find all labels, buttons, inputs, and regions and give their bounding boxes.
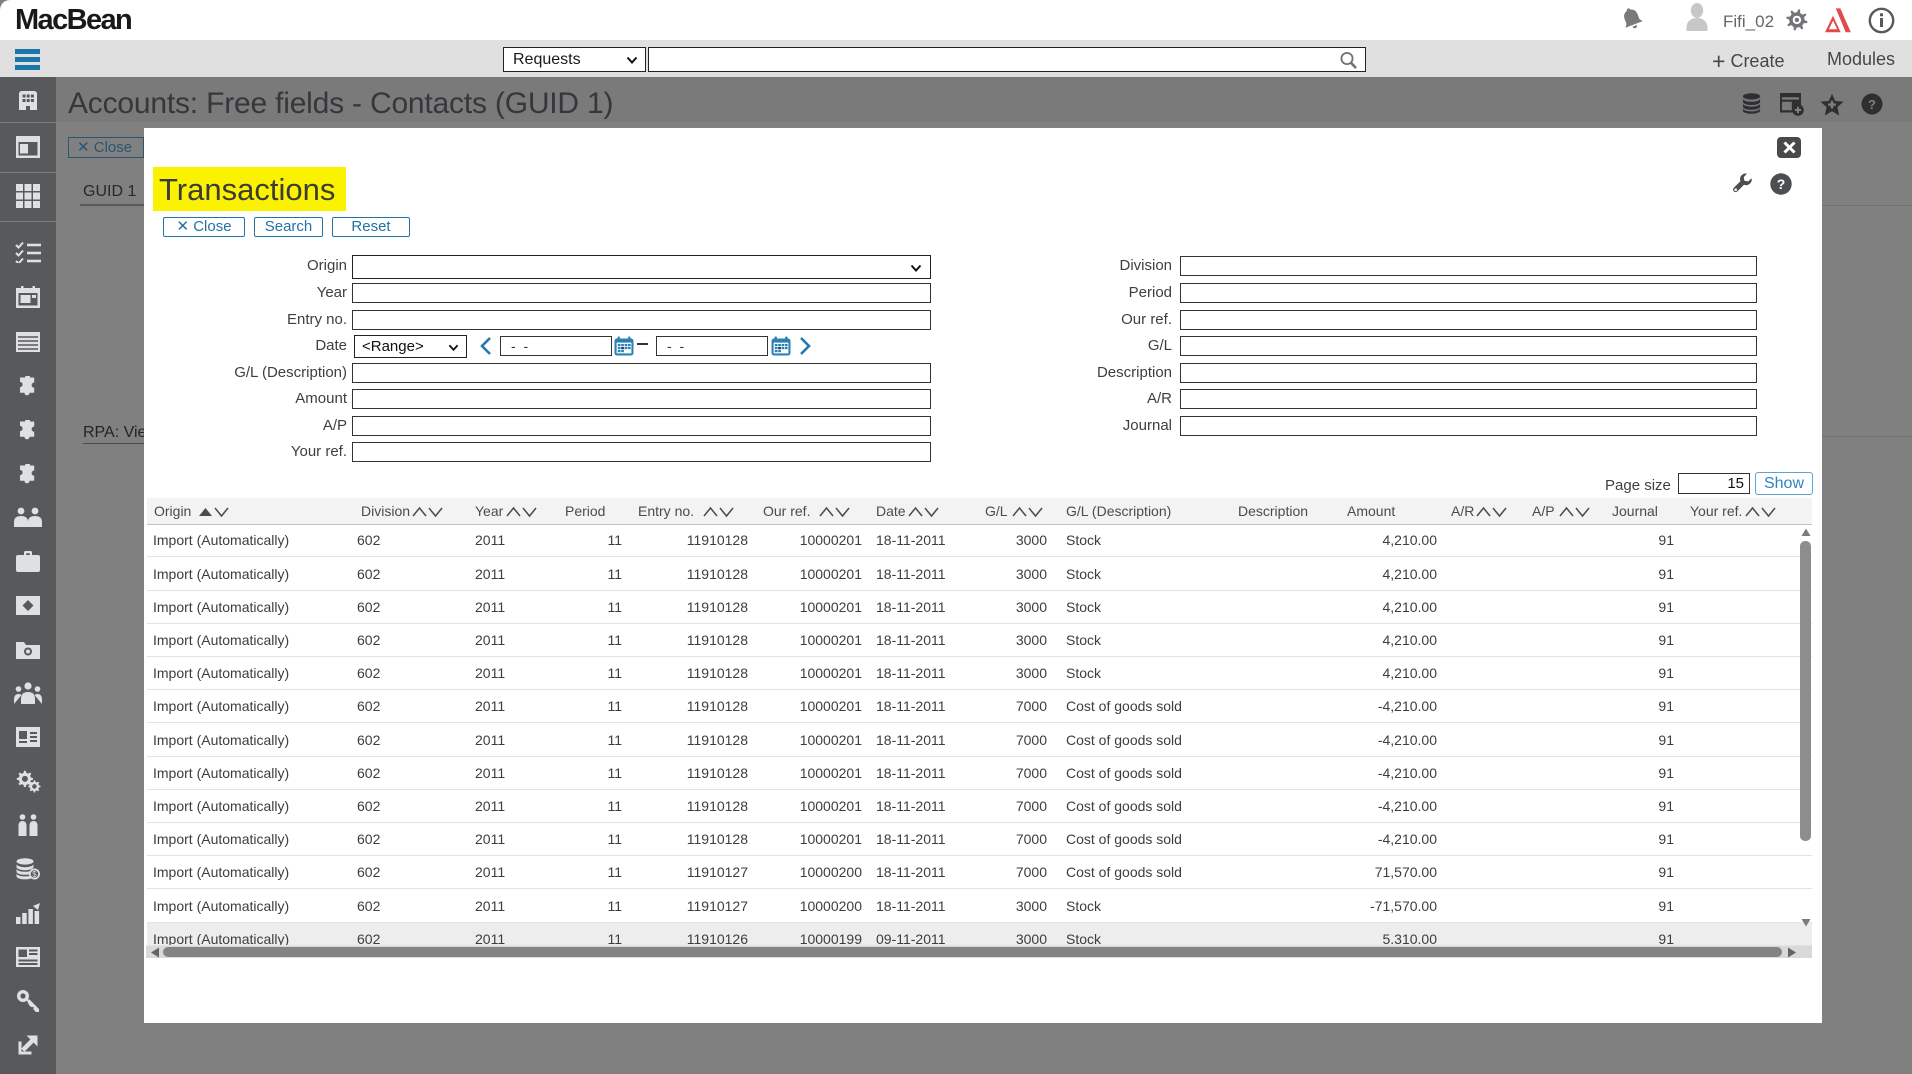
svg-text:$: $ (32, 870, 37, 879)
svg-text:?: ? (1868, 97, 1876, 112)
svg-text:?: ? (1777, 176, 1786, 192)
